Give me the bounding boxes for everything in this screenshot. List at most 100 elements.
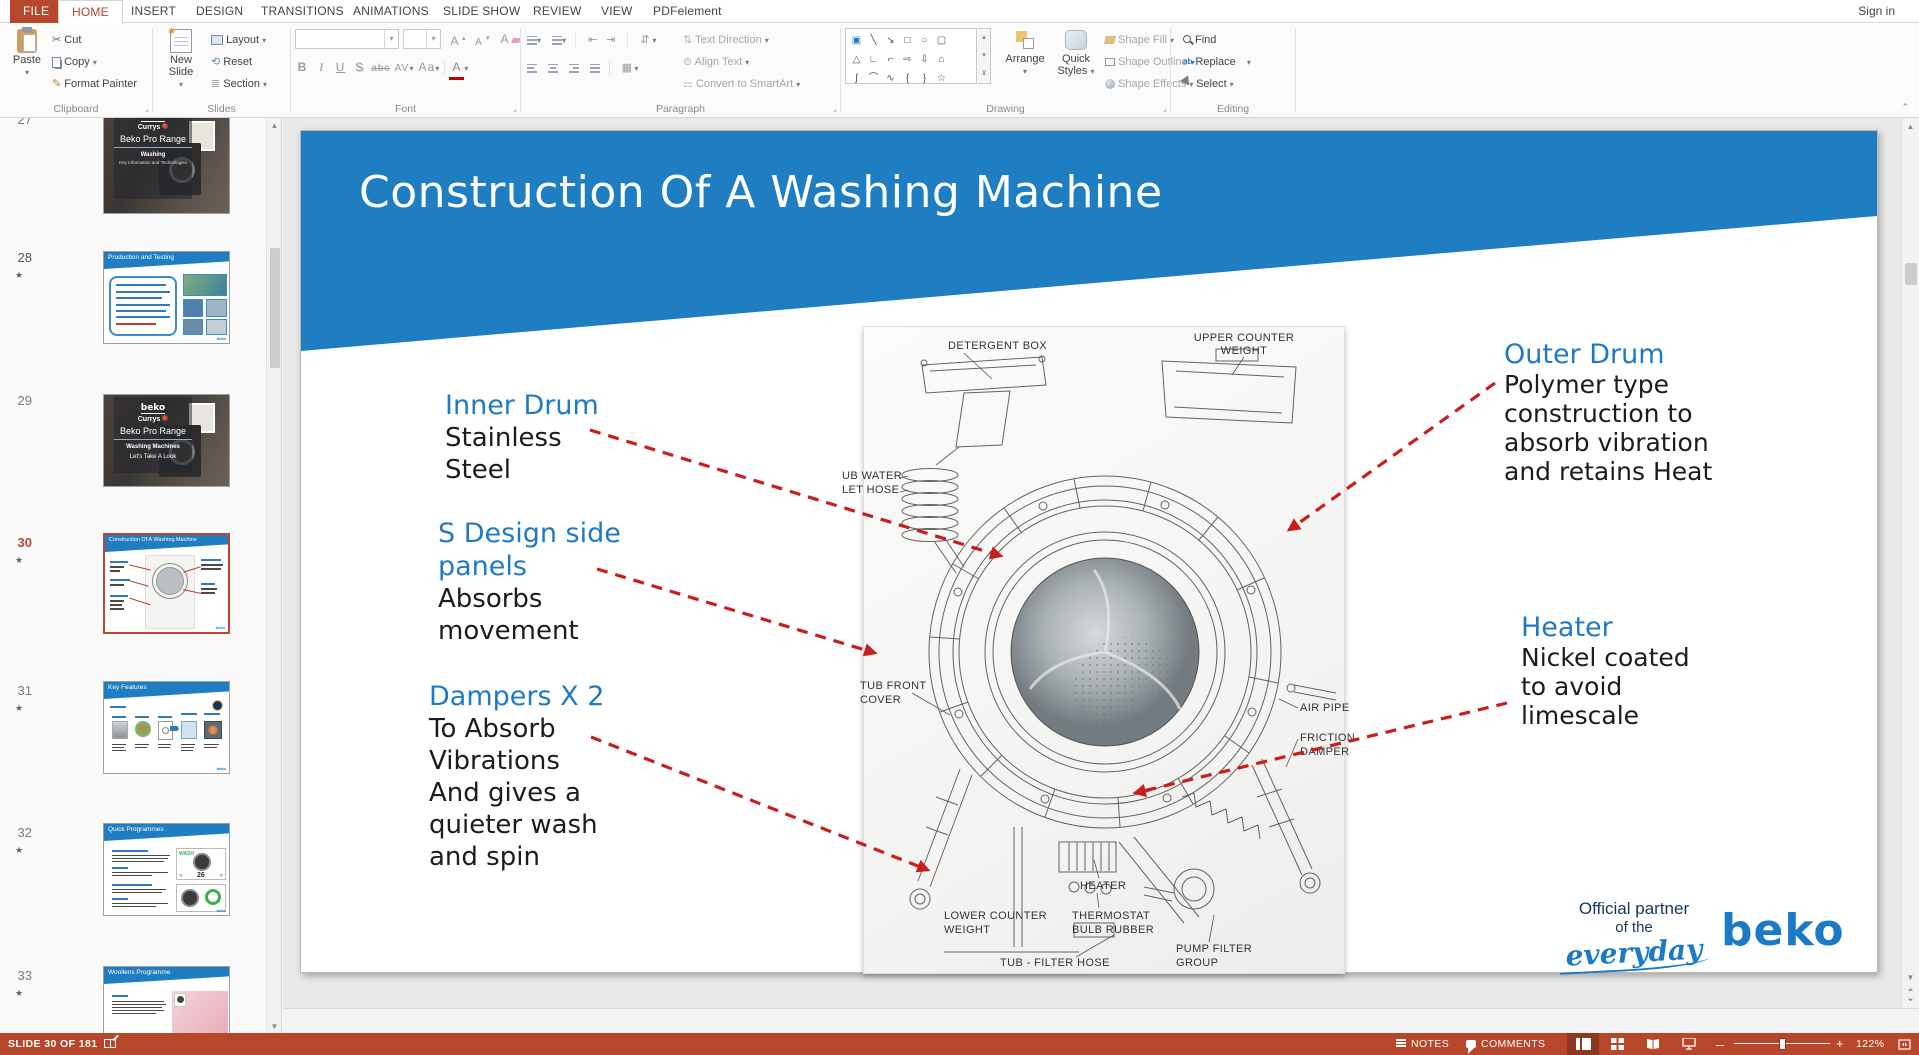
thumbnail-scrollbar[interactable]: ▲ ▼ <box>266 118 282 1034</box>
align-left-icon[interactable] <box>527 61 537 74</box>
shape-brace-left-icon[interactable]: { <box>899 71 916 87</box>
decrease-indent-icon[interactable]: ⇤ <box>585 30 600 50</box>
notes-button[interactable]: NOTES <box>1396 1033 1449 1055</box>
line-spacing-icon[interactable]: ⇵ <box>637 30 652 50</box>
shape-brace-right-icon[interactable]: } <box>916 71 933 87</box>
shape-curve-icon[interactable]: ∿ <box>882 71 899 87</box>
comments-button[interactable]: COMMENTS <box>1466 1033 1545 1055</box>
callout-heater[interactable]: Heater Nickel coated to avoid limescale <box>1521 613 1690 730</box>
callout-s-design[interactable]: S Design side panels Absorbs movement <box>438 517 621 647</box>
clipboard-dialog-launcher-icon[interactable]: ⌟ <box>145 103 149 114</box>
zoom-out-icon[interactable]: – <box>1716 1033 1724 1055</box>
scroll-up-icon[interactable]: ▲ <box>267 121 282 130</box>
main-scrollbar-thumb[interactable] <box>1905 263 1917 285</box>
tab-view[interactable]: VIEW <box>588 0 645 23</box>
callout-dampers[interactable]: Dampers X 2 To Absorb Vibrations And giv… <box>429 680 604 873</box>
justify-icon[interactable] <box>590 61 600 74</box>
bold-button[interactable]: B <box>295 57 310 77</box>
shrink-font-button[interactable]: A▾ <box>471 29 490 49</box>
clear-formatting-button[interactable]: A <box>497 29 520 49</box>
drawing-dialog-launcher-icon[interactable]: ⌟ <box>1163 103 1167 114</box>
tab-pdfelement[interactable]: PDFelement <box>640 0 735 23</box>
text-shadow-button[interactable]: S <box>352 57 367 77</box>
strikethrough-button[interactable]: abc <box>371 59 390 79</box>
thumbnail-slide-33[interactable]: Woollens Programme <box>103 966 230 1034</box>
tab-animations[interactable]: ANIMATIONS <box>340 0 442 23</box>
shape-down-arrow-icon[interactable]: ⇩ <box>916 52 933 68</box>
shape-arrow-icon[interactable]: ↘ <box>882 33 899 49</box>
copy-button[interactable]: Copy ▾ <box>52 52 97 72</box>
font-dialog-launcher-icon[interactable]: ⌟ <box>513 103 517 114</box>
thumbnail-slide-27[interactable]: beko Currys Beko Pro Range Washing Key I… <box>103 118 230 214</box>
format-painter-button[interactable]: ✎ Format Painter <box>52 74 137 94</box>
zoom-slider-thumb[interactable] <box>1779 1038 1786 1050</box>
thumbnail-scrollbar-thumb[interactable] <box>270 248 280 368</box>
thumbnail-slide-30[interactable]: Construction Of A Washing Machine <box>103 533 230 634</box>
section-button[interactable]: ≣ Section ▾ <box>211 74 267 94</box>
italic-button[interactable]: I <box>314 57 329 77</box>
replace-button[interactable]: ab Replace ▾ <box>1183 52 1251 72</box>
bullets-icon[interactable] <box>527 33 537 46</box>
slide-show-button[interactable] <box>1673 1033 1705 1055</box>
align-center-icon[interactable] <box>548 61 558 74</box>
paragraph-dialog-launcher-icon[interactable]: ⌟ <box>833 103 837 114</box>
arrange-button[interactable]: Arrange▾ <box>999 30 1051 77</box>
shape-arc-icon[interactable]: ⌒ <box>865 71 882 87</box>
shape-rectangle-icon[interactable]: □ <box>899 33 916 49</box>
tab-home[interactable]: HOME <box>58 0 123 24</box>
shape-freeform-icon[interactable]: ʃ <box>848 71 865 87</box>
shape-line-icon[interactable]: ╲ <box>865 33 882 49</box>
previous-slide-icon[interactable]: ⏶ <box>1902 987 1919 995</box>
shape-right-arrow-icon[interactable]: ⇨ <box>899 52 916 68</box>
shapes-gallery[interactable]: ▣╲↘□○▢ △∟⌐⇨⇩⌂ ʃ⌒∿{}☆ <box>845 28 977 84</box>
thumbnail-slide-31[interactable]: Key Features <box>103 681 230 774</box>
fit-to-window-button[interactable] <box>1891 1033 1917 1055</box>
slide-canvas[interactable]: Construction Of A Washing Machine Inner … <box>300 130 1878 973</box>
reset-button[interactable]: ⟲ Reset <box>211 52 252 72</box>
main-vertical-scrollbar[interactable]: ▲ ▼ ⏶ ⏷ <box>1901 118 1919 1008</box>
shape-star-icon[interactable]: ☆ <box>933 71 950 87</box>
character-spacing-button[interactable]: AV <box>394 59 409 79</box>
reading-view-button[interactable] <box>1637 1033 1669 1055</box>
font-name-combo[interactable]: ▾ <box>295 29 399 49</box>
spell-check-icon[interactable] <box>104 1033 116 1055</box>
shape-oval-icon[interactable]: ○ <box>916 33 933 49</box>
increase-indent-icon[interactable]: ⇥ <box>603 30 618 50</box>
zoom-level[interactable]: 122% <box>1856 1033 1884 1055</box>
shape-triangle-icon[interactable]: △ <box>848 52 865 68</box>
text-direction-button[interactable]: ⇅ Text Direction ▾ <box>683 30 769 50</box>
columns-icon[interactable]: ▦ <box>619 58 634 78</box>
thumbnail-slide-28[interactable]: Production and Testing beko <box>103 251 230 344</box>
select-button[interactable]: Select ▾ <box>1183 74 1234 94</box>
paste-button[interactable]: Paste▾ <box>6 27 48 78</box>
scroll-up-icon[interactable]: ▲ <box>1902 122 1919 131</box>
thumbnail-slide-32[interactable]: Quick Programmes WASH « 26 » <box>103 823 230 916</box>
grow-font-button[interactable]: A▴ <box>447 29 466 49</box>
new-slide-button[interactable]: ✷ New Slide▾ <box>158 27 204 90</box>
scroll-down-icon[interactable]: ▼ <box>267 1022 282 1031</box>
slide-sorter-view-button[interactable] <box>1601 1033 1633 1055</box>
tab-insert[interactable]: INSERT <box>118 0 189 23</box>
shape-elbow2-icon[interactable]: ⌐ <box>882 52 899 68</box>
cut-button[interactable]: ✂ Cut <box>52 30 81 50</box>
normal-view-button[interactable] <box>1567 1033 1599 1055</box>
collapse-ribbon-icon[interactable]: ˆ <box>1903 103 1907 115</box>
convert-smartart-button[interactable]: ⚏ Convert to SmartArt ▾ <box>683 74 800 94</box>
thumbnail-slide-29[interactable]: beko Currys Beko Pro Range Washing Machi… <box>103 394 230 487</box>
tab-slide-show[interactable]: SLIDE SHOW <box>430 0 533 23</box>
layout-button[interactable]: Layout ▾ <box>211 30 266 50</box>
washing-machine-diagram[interactable]: DETERGENT BOX UPPER COUNTER WEIGHT UB WA… <box>863 326 1345 974</box>
shape-rounded-rect-icon[interactable]: ▢ <box>933 33 950 49</box>
tab-review[interactable]: REVIEW <box>520 0 595 23</box>
underline-button[interactable]: U <box>333 57 348 77</box>
font-color-button[interactable]: A <box>449 57 464 80</box>
change-case-button[interactable]: Aa <box>419 57 436 77</box>
shapes-gallery-scroll[interactable]: ▴▾⊻ <box>978 28 991 84</box>
callout-inner-drum[interactable]: Inner Drum Stainless Steel <box>445 389 599 486</box>
sign-in-link[interactable]: Sign in <box>1858 0 1895 23</box>
horizontal-scrollbar[interactable] <box>283 1008 1919 1033</box>
align-right-icon[interactable] <box>569 61 579 74</box>
scroll-down-icon[interactable]: ▼ <box>1902 973 1919 982</box>
numbering-icon[interactable] <box>552 33 562 46</box>
quick-styles-button[interactable]: QuickStyles ▾ <box>1053 30 1099 78</box>
